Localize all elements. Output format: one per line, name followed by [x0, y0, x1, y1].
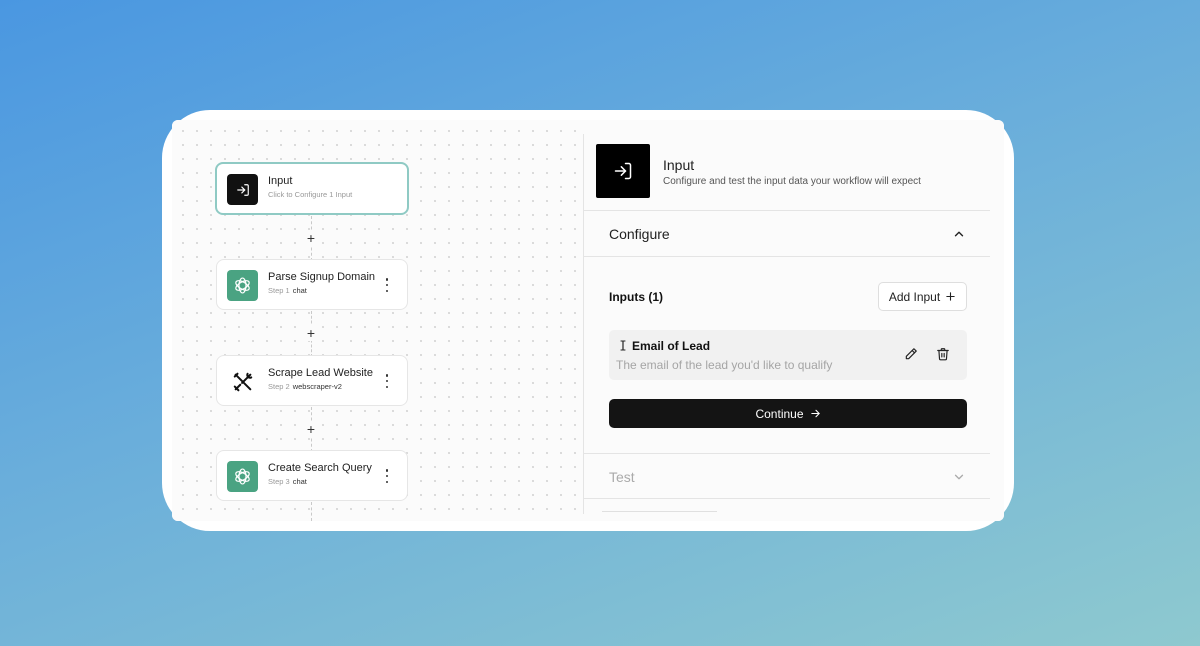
chevron-down-icon[interactable]	[952, 470, 966, 484]
divider	[584, 210, 990, 211]
plus-icon	[946, 292, 955, 301]
add-input-button[interactable]: Add Input	[878, 282, 967, 311]
config-panel: Input Configure and test the input data …	[584, 120, 1004, 521]
divider	[584, 498, 990, 499]
input-name: Email of Lead	[632, 339, 711, 353]
node-title: Scrape Lead Website	[268, 367, 373, 379]
node-tag: chat	[292, 477, 307, 486]
kebab-menu-icon[interactable]	[385, 469, 389, 483]
node-input[interactable]: Input Click to Configure 1 Input	[215, 162, 409, 215]
tools-icon	[227, 366, 258, 397]
node-subtitle: Step 3 chat	[268, 477, 307, 486]
text-cursor-icon	[620, 340, 626, 351]
app-window: + + + Input Click to Configure 1 Input P…	[172, 120, 1004, 521]
add-input-label: Add Input	[888, 289, 941, 304]
node-tag: chat	[292, 286, 307, 295]
node-title: Input	[268, 175, 293, 187]
kebab-menu-icon[interactable]	[385, 278, 389, 292]
node-scrape-lead-website[interactable]: Scrape Lead Website Step 2 webscraper-v2	[216, 355, 408, 406]
panel-title: Input	[663, 157, 695, 173]
trash-icon[interactable]	[936, 347, 950, 361]
continue-button[interactable]: Continue	[609, 399, 967, 428]
section-stub	[602, 511, 717, 512]
continue-label: Continue	[755, 406, 804, 421]
node-subtitle: Step 2 webscraper-v2	[268, 382, 342, 391]
input-item-email[interactable]: Email of Lead The email of the lead you'…	[609, 330, 967, 380]
add-step-button[interactable]: +	[303, 230, 319, 246]
node-tag: webscraper-v2	[292, 382, 342, 391]
sign-in-icon	[227, 174, 258, 205]
node-create-search-query[interactable]: Create Search Query Step 3 chat	[216, 450, 408, 501]
section-configure-title[interactable]: Configure	[609, 226, 670, 242]
add-step-button[interactable]: +	[303, 325, 319, 341]
chevron-up-icon[interactable]	[952, 227, 966, 241]
node-step: Step 1	[268, 286, 290, 295]
node-title: Create Search Query	[268, 462, 372, 474]
workflow-canvas[interactable]: + + + Input Click to Configure 1 Input P…	[172, 120, 583, 521]
panel-description: Configure and test the input data your w…	[663, 176, 921, 187]
divider	[584, 453, 990, 454]
node-parse-signup-domain[interactable]: Parse Signup Domain Step 1 chat	[216, 259, 408, 310]
connector-line	[311, 502, 312, 521]
pencil-icon[interactable]	[904, 347, 918, 361]
openai-icon	[227, 461, 258, 492]
arrow-right-icon	[810, 409, 820, 418]
node-step: Step 3	[268, 477, 290, 486]
openai-icon	[227, 270, 258, 301]
node-step: Step 2	[268, 382, 290, 391]
node-subtitle: Click to Configure 1 Input	[268, 190, 353, 199]
inputs-count-label: Inputs (1)	[609, 290, 663, 304]
section-test-title[interactable]: Test	[609, 469, 635, 485]
add-step-button[interactable]: +	[303, 421, 319, 437]
node-title: Parse Signup Domain	[268, 271, 376, 283]
node-subtitle: Step 1 chat	[268, 286, 307, 295]
kebab-menu-icon[interactable]	[385, 374, 389, 388]
input-description: The email of the lead you'd like to qual…	[616, 358, 833, 372]
divider	[584, 256, 990, 257]
sign-in-icon	[596, 144, 650, 198]
